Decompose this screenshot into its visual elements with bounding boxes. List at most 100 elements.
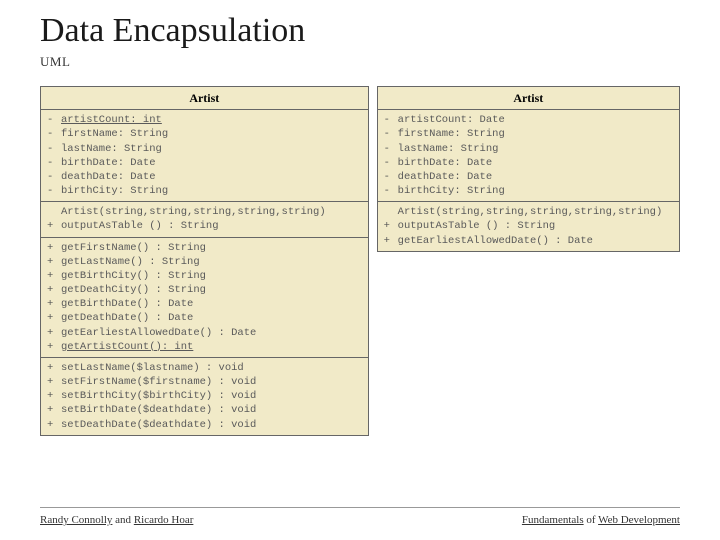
uml-member-row: +getArtistCount(): int <box>47 340 362 354</box>
uml-section: -artistCount: int-firstName: String-last… <box>41 110 368 202</box>
uml-member-text: setFirstName($firstname) : void <box>61 375 362 389</box>
uml-member-text: setLastName($lastname) : void <box>61 361 362 375</box>
uml-visibility: + <box>47 311 61 325</box>
uml-member-row: -lastName: String <box>47 142 362 156</box>
uml-member-text: birthDate: Date <box>61 156 362 170</box>
uml-visibility: + <box>384 219 398 233</box>
uml-member-text: getDeathDate() : Date <box>61 311 362 325</box>
uml-member-row: -deathDate: Date <box>384 170 673 184</box>
uml-visibility: - <box>47 184 61 198</box>
uml-member-row: Artist(string,string,string,string,strin… <box>384 205 673 219</box>
uml-section: +setLastName($lastname) : void+setFirstN… <box>41 358 368 435</box>
uml-member-text: artistCount: int <box>61 113 362 127</box>
uml-member-row: -artistCount: int <box>47 113 362 127</box>
uml-member-text: Artist(string,string,string,string,strin… <box>61 205 362 219</box>
uml-member-row: -lastName: String <box>384 142 673 156</box>
uml-member-row: +getBirthCity() : String <box>47 269 362 283</box>
uml-member-row: -birthCity: String <box>47 184 362 198</box>
slide: Data Encapsulation UML Artist-artistCoun… <box>0 0 720 540</box>
uml-member-row: +getEarliestAllowedDate() : Date <box>384 234 673 248</box>
uml-member-text: getBirthDate() : Date <box>61 297 362 311</box>
uml-member-text: getEarliestAllowedDate() : Date <box>398 234 673 248</box>
uml-member-text: lastName: String <box>61 142 362 156</box>
uml-visibility: - <box>384 170 398 184</box>
uml-member-row: +outputAsTable () : String <box>47 219 362 233</box>
uml-member-text: deathDate: Date <box>61 170 362 184</box>
uml-member-text: artistCount: Date <box>398 113 673 127</box>
uml-diagrams: Artist-artistCount: int-firstName: Strin… <box>40 86 680 436</box>
uml-visibility: - <box>47 156 61 170</box>
uml-member-text: getBirthCity() : String <box>61 269 362 283</box>
uml-visibility: - <box>47 170 61 184</box>
footer-author-1: Randy Connolly <box>40 514 112 526</box>
footer-book-b: Web Development <box>598 514 680 526</box>
uml-visibility: - <box>47 127 61 141</box>
uml-visibility: + <box>384 234 398 248</box>
slide-title: Data Encapsulation <box>40 12 680 50</box>
uml-visibility: - <box>384 184 398 198</box>
uml-member-row: +outputAsTable () : String <box>384 219 673 233</box>
uml-member-row: -birthCity: String <box>384 184 673 198</box>
uml-member-row: +getLastName() : String <box>47 255 362 269</box>
uml-member-text: setDeathDate($deathdate) : void <box>61 418 362 432</box>
footer-join: and <box>112 514 133 526</box>
uml-section: -artistCount: Date-firstName: String-las… <box>378 110 679 202</box>
uml-visibility: + <box>47 219 61 233</box>
uml-member-row: +getDeathCity() : String <box>47 283 362 297</box>
uml-visibility: - <box>47 142 61 156</box>
uml-member-text: outputAsTable () : String <box>398 219 673 233</box>
uml-member-text: firstName: String <box>398 127 673 141</box>
uml-member-text: outputAsTable () : String <box>61 219 362 233</box>
uml-member-row: +setBirthCity($birthCity) : void <box>47 389 362 403</box>
uml-visibility: + <box>47 403 61 417</box>
uml-visibility: + <box>47 269 61 283</box>
uml-member-text: setBirthCity($birthCity) : void <box>61 389 362 403</box>
uml-visibility: + <box>47 340 61 354</box>
uml-member-row: -deathDate: Date <box>47 170 362 184</box>
uml-member-row: +getEarliestAllowedDate() : Date <box>47 326 362 340</box>
uml-section: Artist(string,string,string,string,strin… <box>378 202 679 251</box>
uml-visibility: + <box>47 375 61 389</box>
uml-member-row: +getBirthDate() : Date <box>47 297 362 311</box>
uml-visibility: - <box>384 142 398 156</box>
uml-member-text: birthCity: String <box>61 184 362 198</box>
uml-visibility: - <box>384 113 398 127</box>
uml-visibility: + <box>47 283 61 297</box>
uml-class-right: Artist-artistCount: Date-firstName: Stri… <box>377 86 680 252</box>
uml-class-name: Artist <box>378 87 679 110</box>
uml-member-row: +setDeathDate($deathdate) : void <box>47 418 362 432</box>
uml-visibility: + <box>47 361 61 375</box>
uml-section: +getFirstName() : String+getLastName() :… <box>41 238 368 358</box>
uml-member-text: firstName: String <box>61 127 362 141</box>
uml-member-row: +getFirstName() : String <box>47 241 362 255</box>
uml-member-row: +setLastName($lastname) : void <box>47 361 362 375</box>
footer-book-mid: of <box>584 514 598 526</box>
uml-visibility <box>47 205 61 219</box>
uml-member-row: -firstName: String <box>47 127 362 141</box>
uml-visibility <box>384 205 398 219</box>
footer-book: Fundamentals of Web Development <box>522 514 680 526</box>
uml-section: Artist(string,string,string,string,strin… <box>41 202 368 237</box>
uml-member-row: -artistCount: Date <box>384 113 673 127</box>
footer-author-2: Ricardo Hoar <box>134 514 194 526</box>
uml-member-text: Artist(string,string,string,string,strin… <box>398 205 673 219</box>
uml-member-row: -birthDate: Date <box>384 156 673 170</box>
uml-member-text: deathDate: Date <box>398 170 673 184</box>
slide-subtitle: UML <box>40 54 680 70</box>
uml-class-name: Artist <box>41 87 368 110</box>
footer-authors: Randy Connolly and Ricardo Hoar <box>40 514 193 526</box>
uml-member-text: getFirstName() : String <box>61 241 362 255</box>
footer: Randy Connolly and Ricardo Hoar Fundamen… <box>40 514 680 526</box>
uml-visibility: + <box>47 389 61 403</box>
uml-visibility: - <box>47 113 61 127</box>
uml-member-text: getDeathCity() : String <box>61 283 362 297</box>
uml-visibility: - <box>384 156 398 170</box>
uml-visibility: + <box>47 326 61 340</box>
uml-member-text: getArtistCount(): int <box>61 340 362 354</box>
uml-visibility: + <box>47 255 61 269</box>
footer-book-a: Fundamentals <box>522 514 584 526</box>
uml-class-left: Artist-artistCount: int-firstName: Strin… <box>40 86 369 436</box>
uml-member-text: setBirthDate($deathdate) : void <box>61 403 362 417</box>
uml-member-row: -firstName: String <box>384 127 673 141</box>
footer-divider <box>40 507 680 508</box>
